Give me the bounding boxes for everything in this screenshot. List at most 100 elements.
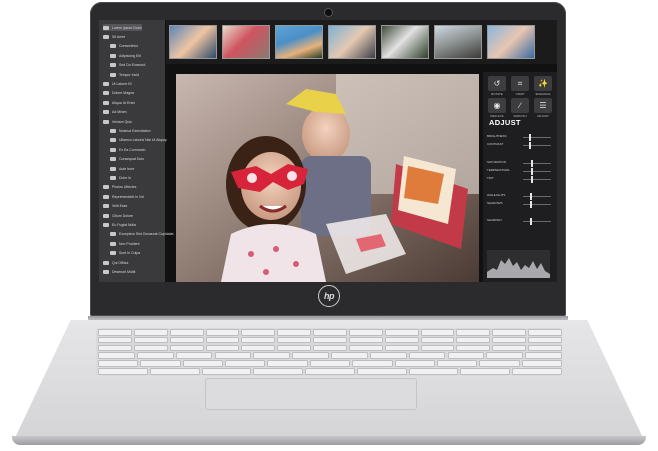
keyboard-key[interactable] [331, 352, 368, 359]
keyboard-key[interactable] [277, 336, 312, 344]
touchpad[interactable] [205, 378, 417, 410]
keyboard-key[interactable] [408, 352, 446, 359]
keyboard-key[interactable] [525, 352, 562, 359]
slider-track[interactable] [523, 163, 551, 164]
keyboard-key[interactable] [169, 336, 204, 344]
adjust-slider[interactable]: SHADOWS [487, 201, 553, 208]
keyboard-key[interactable] [140, 360, 181, 367]
slider-knob[interactable] [531, 176, 534, 183]
keyboard-key[interactable] [98, 344, 132, 352]
sidebar-item[interactable]: Adipiscing Elit [110, 52, 141, 59]
keyboard-key[interactable] [98, 368, 148, 375]
crop-tool-button[interactable]: ⌗ [511, 76, 529, 91]
adjust-tool-button[interactable]: ☰ [534, 98, 552, 113]
sidebar-item[interactable]: Consequat Duis [110, 156, 144, 163]
keyboard-key[interactable] [384, 344, 419, 352]
keyboard-key[interactable] [98, 336, 132, 344]
keyboard-key[interactable] [348, 344, 383, 352]
sidebar-item[interactable]: Ad Minim [103, 109, 127, 116]
keyboard-key[interactable] [456, 344, 491, 352]
sidebar-item[interactable]: Non Proident [110, 240, 139, 247]
slider-track[interactable] [523, 204, 551, 205]
keyboard-key[interactable] [133, 329, 168, 336]
keyboard-key[interactable] [205, 344, 240, 352]
sidebar-item[interactable]: Aute Irure [110, 165, 134, 172]
keyboard-key[interactable] [420, 344, 455, 352]
keyboard-key[interactable] [277, 344, 312, 352]
keyboard-key[interactable] [214, 352, 252, 359]
keyboard-key[interactable] [486, 352, 524, 359]
adjust-slider[interactable]: CONTRAST [487, 142, 553, 149]
slider-knob[interactable] [530, 193, 532, 200]
keyboard-key[interactable] [98, 360, 139, 367]
adjust-slider[interactable]: SATURATION [487, 160, 553, 167]
slider-track[interactable] [523, 196, 551, 197]
thumbnail[interactable] [487, 25, 535, 59]
sidebar-item[interactable]: Nostrud Exercitation [110, 127, 151, 134]
keyboard-key[interactable] [420, 329, 455, 336]
keyboard-key[interactable] [348, 329, 383, 336]
keyboard-key[interactable] [98, 329, 132, 336]
sidebar-item[interactable]: Veniam Quis [103, 118, 132, 125]
sidebar-item[interactable]: Lorem Ipsum Dolor [103, 24, 142, 31]
sidebar-item[interactable]: Aliqua Ut Enim [103, 99, 135, 106]
keyboard-key[interactable] [384, 336, 419, 344]
sidebar-item[interactable]: Cillum Dolore [103, 212, 133, 219]
slider-knob[interactable] [531, 160, 534, 167]
slider-knob[interactable] [528, 134, 531, 141]
keyboard-key[interactable] [225, 360, 266, 367]
sidebar-item[interactable]: Tempor Incid [110, 71, 139, 78]
thumbnail[interactable] [328, 25, 376, 59]
sidebar-item[interactable]: Reprehenderit In Vol [103, 193, 144, 200]
thumbnail[interactable] [434, 25, 482, 59]
keyboard-key[interactable] [456, 329, 491, 336]
keyboard-key[interactable] [253, 352, 291, 359]
keyboard-key[interactable] [512, 368, 562, 375]
keyboard-key[interactable] [175, 352, 213, 359]
sidebar-item[interactable]: Dolore Magna [103, 90, 134, 97]
keyboard-key[interactable] [521, 360, 562, 367]
sidebar-item[interactable]: Velit Esse [103, 203, 127, 210]
keyboard-key[interactable] [492, 329, 527, 336]
thumbnail[interactable] [222, 25, 270, 59]
keyboard-key[interactable] [352, 360, 393, 367]
sidebar-item[interactable]: Consectetur [110, 43, 138, 50]
keyboard-key[interactable] [394, 360, 435, 367]
keyboard-key[interactable] [277, 329, 312, 336]
keyboard-key[interactable] [169, 329, 204, 336]
keyboard-key[interactable] [182, 360, 224, 367]
keyboard-key[interactable] [348, 336, 383, 344]
keyboard-key[interactable] [356, 368, 407, 375]
keyboard-key[interactable] [169, 344, 204, 352]
keyboard-key[interactable] [456, 336, 491, 344]
keyboard-key[interactable] [241, 329, 276, 336]
sidebar-item[interactable]: Eu Fugiat Nulla [103, 221, 136, 228]
slider-track[interactable] [523, 137, 551, 138]
keyboard-key[interactable] [241, 336, 276, 344]
sidebar-item[interactable]: Sunt In Culpa [110, 250, 140, 257]
keyboard-key[interactable] [309, 360, 351, 367]
keyboard-key[interactable] [205, 329, 240, 336]
keyboard-key[interactable] [305, 368, 355, 375]
redeye-tool-button[interactable]: ◉ [488, 98, 506, 113]
keyboard-key[interactable] [369, 352, 407, 359]
keyboard-key[interactable] [436, 360, 478, 367]
keyboard-key[interactable] [447, 352, 485, 359]
sidebar-item[interactable]: Sed Do Eiusmod [110, 62, 145, 69]
slider-knob[interactable] [528, 142, 531, 149]
keyboard-key[interactable] [384, 329, 419, 336]
slider-knob[interactable] [531, 168, 534, 175]
sidebar-item[interactable]: Ex Ea Commodo [110, 146, 145, 153]
smooth-tool-button[interactable]: ∕ [511, 98, 529, 113]
thumbnail[interactable] [381, 25, 429, 59]
sidebar-item[interactable]: Excepteur Sint Occaecat Cupidatat [110, 231, 173, 238]
keyboard-key[interactable] [267, 360, 308, 367]
sidebar-item[interactable]: Qui Officia [103, 259, 128, 266]
keyboard-key[interactable] [133, 344, 168, 352]
keyboard-key[interactable] [460, 368, 511, 375]
keyboard-key[interactable] [313, 329, 347, 336]
keyboard-key[interactable] [492, 344, 527, 352]
adjust-slider[interactable]: TEMPERATURE [487, 168, 553, 175]
keyboard-key[interactable] [313, 344, 347, 352]
adjust-slider[interactable]: TINT [487, 176, 553, 183]
